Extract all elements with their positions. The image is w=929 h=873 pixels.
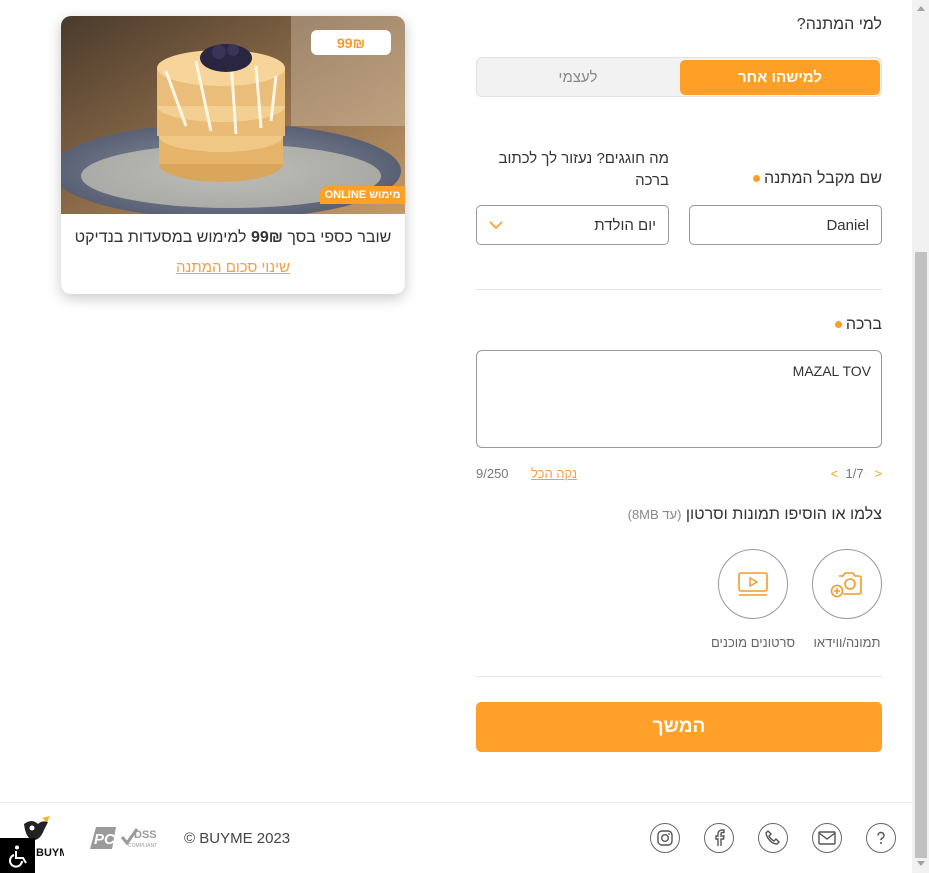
- ready-videos-label: סרטונים מוכנים: [710, 635, 796, 650]
- wheelchair-icon: [8, 845, 27, 868]
- add-photo-button[interactable]: [812, 549, 882, 619]
- divider: [476, 676, 882, 677]
- svg-text:BUYME: BUYME: [36, 847, 64, 859]
- occasion-label: מה חוגגים? נעזור לך לכתוב ברכה: [498, 150, 670, 189]
- pager-text: 1/7: [845, 466, 864, 481]
- recipient-name-label-text: שם מקבל המתנה: [764, 170, 882, 187]
- required-dot-icon: [834, 321, 842, 329]
- online-text: ONLINE: [324, 189, 367, 201]
- clear-all-link[interactable]: נקה הכל: [531, 466, 577, 481]
- recipient-name-label: שם מקבל המתנה: [753, 170, 882, 188]
- media-limit: (עד 8MB): [627, 507, 682, 522]
- online-prefix: מימוש: [369, 189, 401, 201]
- blessing-textarea[interactable]: MAZAL TOV: [476, 350, 882, 448]
- svg-text:COMPLIANT: COMPLIANT: [128, 843, 157, 849]
- occasion-select-value: יום הולדת: [594, 216, 656, 234]
- gift-desc-post: למימוש במסעדות בנדיקט: [74, 229, 247, 246]
- instagram-icon[interactable]: [650, 823, 680, 853]
- ready-videos-button[interactable]: [718, 549, 788, 619]
- gift-desc-pre: שובר כספי בסך: [287, 229, 392, 246]
- pci-dss-logo: PCI DSS COMPLIANT: [90, 827, 157, 849]
- continue-button[interactable]: המשך: [476, 702, 882, 752]
- copyright-icon: ©: [184, 830, 196, 847]
- scroll-up-arrow-icon[interactable]: [917, 6, 925, 11]
- recipient-question: למי המתנה?: [796, 16, 882, 33]
- blessing-label-text: ברכה: [845, 316, 882, 333]
- chevron-down-icon: [489, 220, 503, 229]
- required-dot-icon: [753, 175, 761, 183]
- mail-icon[interactable]: [812, 823, 842, 853]
- price-badge: 99₪: [311, 30, 391, 55]
- copyright: © BUYME 2023: [184, 830, 290, 847]
- footer-divider: [0, 802, 912, 803]
- phone-icon[interactable]: [758, 823, 788, 853]
- svg-text:DSS: DSS: [134, 829, 157, 841]
- scrollbar-thumb[interactable]: [915, 252, 927, 858]
- facebook-icon[interactable]: [704, 823, 734, 853]
- toggle-myself[interactable]: לעצמי: [478, 60, 678, 95]
- accessibility-button[interactable]: [0, 838, 35, 873]
- gift-desc-amount: 99₪: [250, 229, 283, 246]
- help-icon[interactable]: [866, 823, 896, 853]
- media-label: צלמו או הוסיפו תמונות וסרטון (עד 8MB): [628, 506, 882, 524]
- copyright-text: BUYME 2023: [199, 830, 291, 847]
- scroll-down-arrow-icon[interactable]: [917, 861, 925, 866]
- gift-card: [61, 16, 405, 294]
- occasion-select[interactable]: יום הולדת: [476, 205, 669, 245]
- pager-prev-icon[interactable]: <: [831, 466, 839, 481]
- video-play-icon: [738, 572, 768, 596]
- svg-text:PCI: PCI: [94, 831, 120, 848]
- blessing-pager: < 1/7 >: [831, 466, 882, 481]
- photo-video-label: תמונה/ווידאו: [813, 635, 881, 650]
- pager-next-icon[interactable]: >: [874, 466, 882, 481]
- media-label-text: צלמו או הוסיפו תמונות וסרטון: [685, 506, 882, 523]
- recipient-name-input[interactable]: [689, 205, 882, 245]
- online-redeem-badge: מימוש ONLINE: [320, 186, 405, 204]
- gift-description: שובר כספי בסך 99₪ למימוש במסעדות בנדיקט: [61, 229, 405, 247]
- change-amount-link[interactable]: שינוי סכום המתנה: [61, 259, 405, 276]
- char-count: 9/250: [476, 466, 509, 481]
- toggle-someone-else[interactable]: למישהו אחר: [680, 60, 880, 95]
- blessing-label: ברכה: [834, 316, 882, 334]
- divider: [476, 289, 882, 290]
- camera-plus-icon: [830, 572, 862, 598]
